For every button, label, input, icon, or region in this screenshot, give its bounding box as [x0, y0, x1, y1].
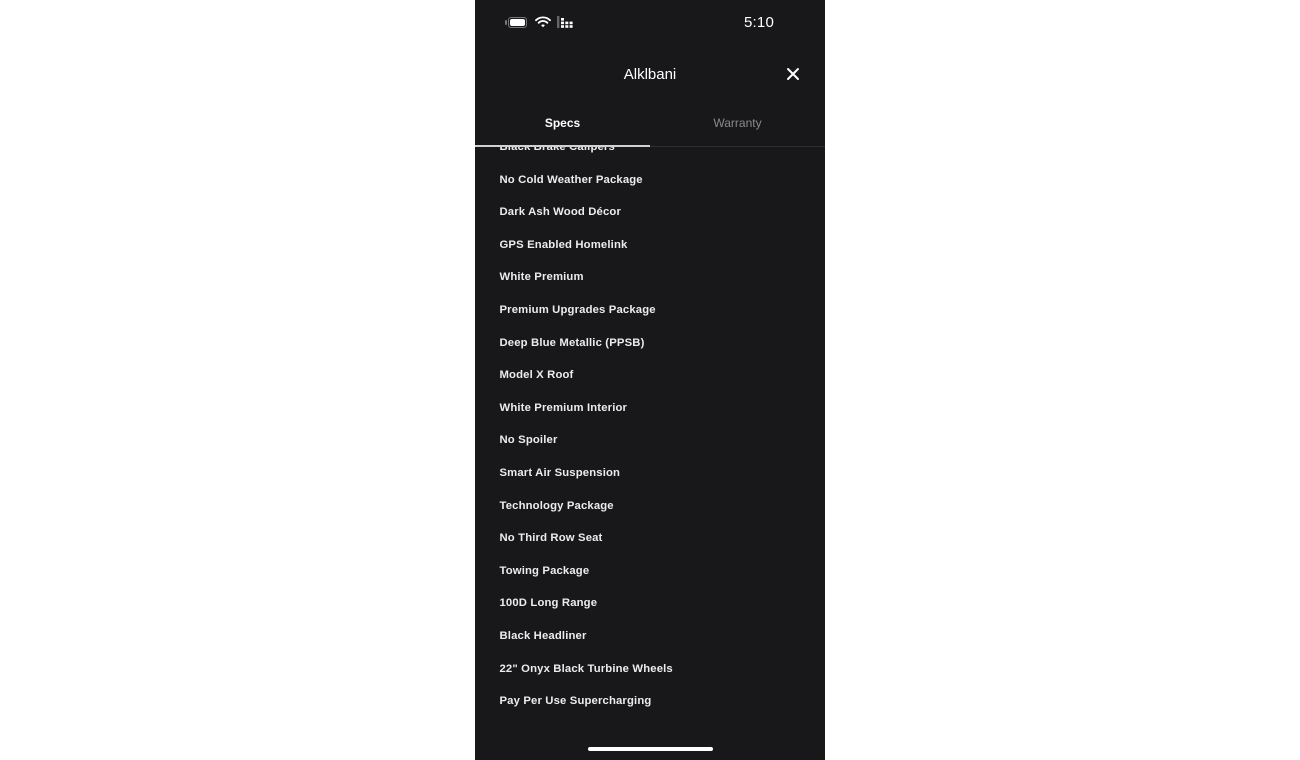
- spec-item: GPS Enabled Homelink: [499, 238, 628, 251]
- battery-icon: [505, 16, 529, 28]
- spec-item: White Premium: [499, 271, 584, 284]
- close-icon: [787, 68, 799, 80]
- spec-item: 22" Onyx Black Turbine Wheels: [499, 662, 673, 675]
- spec-item: Towing Package: [499, 564, 590, 577]
- specs-list-scroll[interactable]: Black Brake Calipers No Cold Weather Pac…: [475, 147, 825, 737]
- tab-specs-label: Specs: [544, 116, 581, 130]
- page-title: Alklbani: [623, 66, 677, 83]
- tab-warranty[interactable]: Warranty: [650, 104, 825, 146]
- spec-item: Black Brake Calipers: [499, 147, 615, 153]
- spec-item: Dark Ash Wood Décor: [499, 206, 621, 219]
- spec-item: No Cold Weather Package: [499, 173, 643, 186]
- spec-item: Premium Upgrades Package: [499, 303, 656, 316]
- close-button[interactable]: [783, 64, 803, 84]
- spec-item: Model X Roof: [499, 369, 574, 382]
- tab-bar: Specs Warranty: [475, 104, 825, 147]
- spec-item: Smart Air Suspension: [499, 466, 621, 479]
- home-indicator[interactable]: [588, 747, 713, 751]
- spec-item: No Third Row Seat: [499, 532, 603, 545]
- tab-specs[interactable]: Specs: [475, 104, 650, 147]
- wifi-icon: [535, 16, 551, 28]
- spec-item: Black Headliner: [499, 629, 587, 642]
- signal-icon: [557, 16, 573, 28]
- status-icons: [505, 16, 573, 28]
- spec-item: Deep Blue Metallic (PPSB): [499, 336, 645, 349]
- phone-screen: 5:10 Alklbani Specs Warranty Black Brake…: [475, 0, 825, 760]
- status-time: 5:10: [744, 14, 774, 31]
- status-bar: 5:10: [475, 0, 825, 48]
- header: Alklbani: [475, 56, 825, 94]
- spec-item: White Premium Interior: [499, 401, 628, 414]
- specs-list: Black Brake Calipers No Cold Weather Pac…: [475, 147, 825, 718]
- spec-item: No Spoiler: [499, 434, 558, 447]
- spec-item: Technology Package: [499, 499, 614, 512]
- spec-item: 100D Long Range: [499, 597, 598, 610]
- tab-warranty-label: Warranty: [713, 116, 762, 130]
- spec-item: Pay Per Use Supercharging: [499, 695, 652, 708]
